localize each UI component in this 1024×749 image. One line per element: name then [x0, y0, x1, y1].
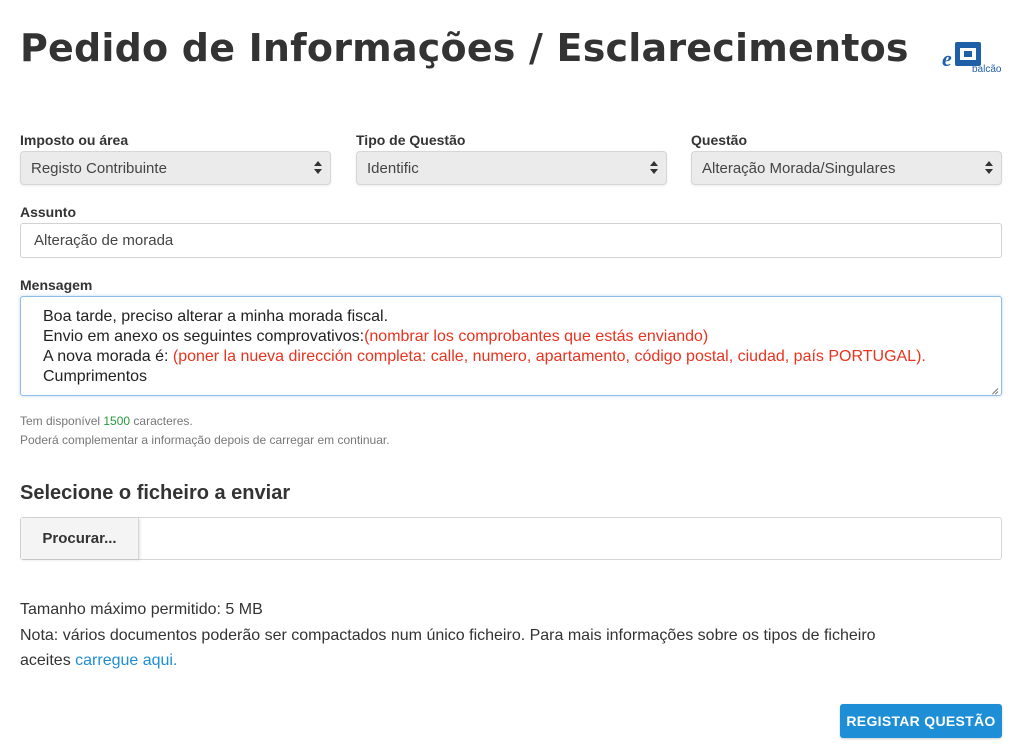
browse-button[interactable]: Procurar... — [21, 518, 139, 559]
upload-section-title: Selecione o ficheiro a enviar — [20, 482, 291, 504]
questao-select[interactable]: Alteração Morada/Singulares — [691, 151, 1002, 185]
assunto-label: Assunto — [20, 204, 76, 220]
select-arrows-icon — [314, 160, 322, 176]
note-text-continued: aceites carregue aqui. — [20, 652, 177, 670]
mensagem-line-3-text: A nova morada é: — [43, 348, 173, 365]
mensagem-label: Mensagem — [20, 277, 93, 293]
select-arrows-icon — [985, 160, 993, 176]
logo-box-icon — [955, 42, 981, 66]
resize-grip-icon[interactable] — [989, 383, 999, 393]
character-count: 1500 — [103, 414, 131, 428]
logo-text: balcão — [972, 64, 1002, 75]
complement-hint: Poderá complementar a informação depois … — [20, 433, 390, 447]
page-title: Pedido de Informações / Esclarecimentos — [20, 26, 909, 70]
assunto-input[interactable]: Alteração de morada — [20, 223, 1002, 258]
file-types-link[interactable]: carregue aqui. — [75, 652, 177, 669]
imposto-label: Imposto ou área — [20, 132, 129, 148]
file-input[interactable]: Procurar... — [20, 517, 1002, 560]
tipo-questao-select-value: Identific — [367, 160, 419, 177]
mensagem-line-2-text: Envio em anexo os seguintes comprovativo… — [43, 328, 365, 345]
register-question-button[interactable]: REGISTAR QUESTÃO — [840, 704, 1002, 738]
max-size-text: Tamanho máximo permitido: 5 MB — [20, 601, 263, 618]
questao-select-value: Alteração Morada/Singulares — [702, 160, 896, 177]
character-count-hint: Tem disponível 1500 caracteres. — [20, 414, 193, 428]
mensagem-line-2: Envio em anexo os seguintes comprovativo… — [43, 327, 979, 347]
logo-letter: e — [942, 46, 952, 71]
e-balcao-logo: e balcão — [942, 40, 1012, 76]
mensagem-line-2-note: (nombrar los comprobantes que estás envi… — [364, 328, 709, 345]
note-text-2: aceites — [20, 652, 76, 669]
mensagem-line-3-note: (poner la nueva dirección completa: call… — [172, 348, 926, 365]
imposto-select[interactable]: Registo Contribuinte — [20, 151, 331, 185]
mensagem-line-1: Boa tarde, preciso alterar a minha morad… — [43, 308, 389, 325]
tipo-questao-label: Tipo de Questão — [356, 132, 466, 148]
hint-suffix: caracteres. — [130, 414, 193, 428]
questao-label: Questão — [691, 132, 748, 148]
tipo-questao-select[interactable]: Identific — [356, 151, 667, 185]
note-text: Nota: vários documentos poderão ser comp… — [20, 627, 876, 644]
mensagem-line-4: Cumprimentos — [43, 368, 148, 385]
mensagem-textarea[interactable]: Boa tarde, preciso alterar a minha morad… — [20, 296, 1002, 396]
mensagem-line-3: A nova morada é: (poner la nueva direcci… — [43, 347, 979, 367]
assunto-input-value: Alteração de morada — [34, 232, 174, 249]
hint-prefix: Tem disponível — [20, 414, 104, 428]
select-arrows-icon — [650, 160, 658, 176]
imposto-select-value: Registo Contribuinte — [31, 160, 167, 177]
